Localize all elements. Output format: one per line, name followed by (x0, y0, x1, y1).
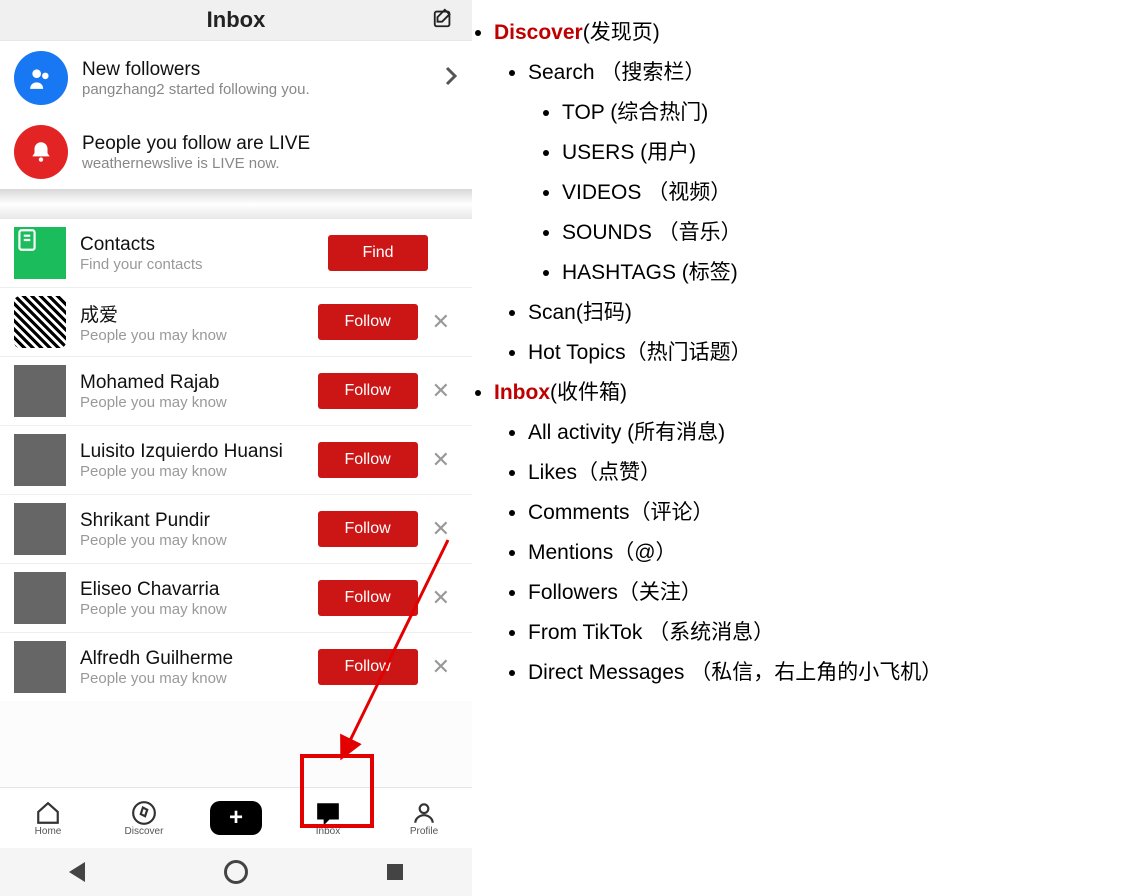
suggest-sub: People you may know (80, 394, 318, 411)
tab-label: Profile (410, 826, 438, 837)
live-title: People you follow are LIVE (82, 133, 458, 155)
outline-item: All activity (所有消息) (528, 416, 1130, 446)
new-followers-title: New followers (82, 59, 444, 81)
outline-item: USERS (用户) (562, 136, 1130, 166)
plus-icon: + (229, 804, 243, 832)
dismiss-icon[interactable]: ✕ (418, 378, 458, 404)
suggest-sub: People you may know (80, 601, 318, 618)
tab-home[interactable]: Home (18, 800, 78, 837)
avatar (14, 503, 66, 555)
tab-label: Discover (125, 826, 164, 837)
compass-icon (131, 800, 157, 826)
suggest-sub: People you may know (80, 463, 318, 480)
outline-item: SOUNDS （音乐） (562, 216, 1130, 246)
inbox-highlight-box (300, 754, 374, 828)
tab-bar: Home Discover + Inbox Profile (0, 787, 472, 848)
outline-item: Direct Messages （私信，右上角的小飞机） (528, 656, 1130, 686)
outline-item: Mentions（@） (528, 536, 1130, 566)
home-nav-icon[interactable] (224, 860, 248, 884)
recents-icon[interactable] (387, 864, 403, 880)
bell-icon (14, 125, 68, 179)
chevron-right-icon (444, 65, 458, 92)
screen-glare (0, 189, 472, 219)
outline-item: Followers（关注） (528, 576, 1130, 606)
suggest-row: Mohamed Rajab People you may know Follow… (0, 357, 472, 425)
suggest-row: Luisito Izquierdo Huansi People you may … (0, 426, 472, 494)
avatar (14, 641, 66, 693)
suggest-name: Shrikant Pundir (80, 510, 318, 532)
tab-label: Home (35, 826, 62, 837)
outline-discover: Discover(发现页) Search （搜索栏） TOP (综合热门) US… (494, 16, 1130, 366)
live-row[interactable]: People you follow are LIVE weathernewsli… (0, 115, 472, 189)
suggest-name: 成爱 (80, 300, 318, 327)
follow-button[interactable]: Follow (318, 442, 418, 478)
suggest-sub: People you may know (80, 670, 318, 687)
outline-inbox: Inbox(收件箱) All activity (所有消息) Likes（点赞）… (494, 376, 1130, 686)
avatar (14, 434, 66, 486)
suggest-sub: People you may know (80, 532, 318, 549)
new-followers-row[interactable]: New followers pangzhang2 started followi… (0, 41, 472, 115)
suggest-name: Luisito Izquierdo Huansi (80, 441, 318, 463)
inbox-header: Inbox (494, 381, 550, 404)
dismiss-icon[interactable]: ✕ (418, 447, 458, 473)
outline-item: VIDEOS （视频） (562, 176, 1130, 206)
outline-panel: Discover(发现页) Search （搜索栏） TOP (综合热门) US… (472, 0, 1130, 896)
outline-item: From TikTok （系统消息） (528, 616, 1130, 646)
android-nav-bar (0, 848, 472, 896)
home-icon (35, 800, 61, 826)
outline-item: Comments（评论） (528, 496, 1130, 526)
avatar (14, 365, 66, 417)
compose-icon[interactable] (432, 7, 454, 34)
suggest-sub: People you may know (80, 327, 318, 344)
follow-button[interactable]: Follow (318, 304, 418, 340)
tab-create[interactable]: + (210, 801, 262, 835)
suggest-name: Mohamed Rajab (80, 372, 318, 394)
outline-search: Search （搜索栏） TOP (综合热门) USERS (用户) VIDEO… (528, 56, 1130, 286)
avatar-qr (14, 296, 66, 348)
avatar (14, 572, 66, 624)
find-button[interactable]: Find (328, 235, 428, 271)
suggest-name: Alfredh Guilherme (80, 648, 318, 670)
profile-icon (411, 800, 437, 826)
contacts-title: Contacts (80, 234, 328, 256)
pointer-arrow (333, 535, 453, 765)
tab-profile[interactable]: Profile (394, 800, 454, 837)
outline-item: TOP (综合热门) (562, 96, 1130, 126)
suggest-name: Eliseo Chavarria (80, 579, 318, 601)
dismiss-icon[interactable]: ✕ (418, 309, 458, 335)
page-title: Inbox (40, 7, 432, 33)
followers-icon (14, 51, 68, 105)
outline-item: Hot Topics（热门话题） (528, 336, 1130, 366)
outline-item: Scan(扫码) (528, 296, 1130, 326)
live-sub: weathernewslive is LIVE now. (82, 155, 458, 172)
new-followers-sub: pangzhang2 started following you. (82, 81, 444, 98)
contacts-icon (14, 227, 66, 279)
back-icon[interactable] (69, 862, 85, 882)
outline-item: HASHTAGS (标签) (562, 256, 1130, 286)
discover-header: Discover (494, 21, 583, 44)
outline-item: Likes（点赞） (528, 456, 1130, 486)
inbox-title-bar: Inbox (0, 0, 472, 40)
follow-button[interactable]: Follow (318, 373, 418, 409)
tab-discover[interactable]: Discover (114, 800, 174, 837)
contacts-row: Contacts Find your contacts Find (0, 219, 472, 287)
contacts-sub: Find your contacts (80, 256, 328, 273)
suggest-row: 成爱 People you may know Follow ✕ (0, 288, 472, 356)
